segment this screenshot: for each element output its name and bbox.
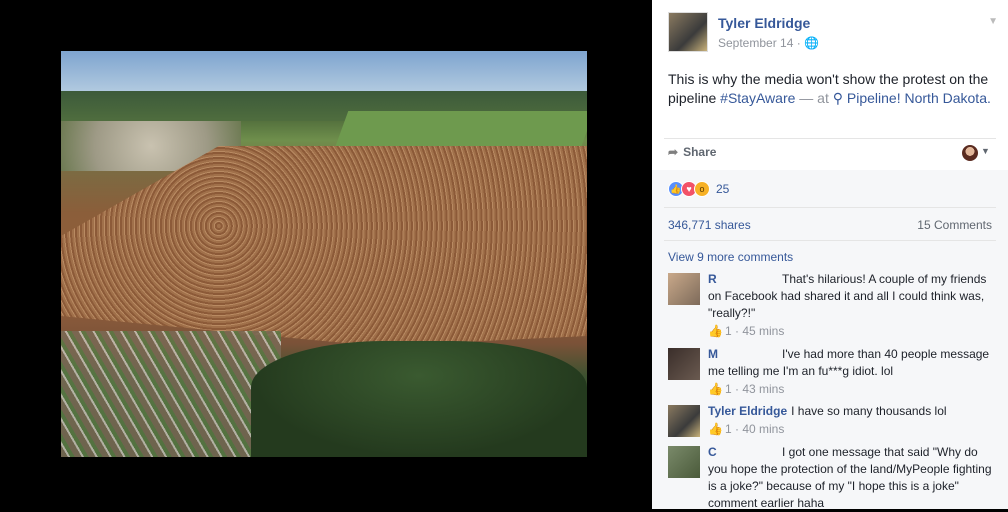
comment-text: I have so many thousands lol	[791, 404, 947, 418]
engagement-counts: 346,771 shares 15 Comments	[668, 218, 992, 232]
place-link[interactable]: Pipeline! North Dakota.	[847, 90, 991, 106]
comment-like-count: 1	[724, 382, 732, 396]
globe-icon: 🌐	[804, 36, 820, 50]
photo-crowd	[61, 146, 587, 346]
shares-link[interactable]: 346,771 shares	[668, 218, 751, 232]
commenter-name[interactable]: C	[708, 444, 778, 461]
comment-body: M I've had more than 40 people message me…	[708, 346, 994, 398]
like-icon[interactable]: 👍	[708, 382, 723, 396]
post-photo[interactable]	[61, 51, 587, 457]
post-text: This is why the media won't show the pro…	[668, 70, 998, 108]
comment-time[interactable]: 40 mins	[742, 422, 784, 436]
post-side-panel: Tyler Eldridge September 14 · 🌐 ▼ This i…	[652, 0, 1008, 512]
divider	[664, 138, 996, 139]
chevron-down-icon: ▼	[981, 146, 990, 156]
comments-count-link[interactable]: 15 Comments	[917, 218, 992, 232]
location-pin-icon: ⚲	[832, 90, 844, 106]
comment-time[interactable]: 45 mins	[742, 324, 784, 338]
author-name[interactable]: Tyler Eldridge	[718, 15, 810, 31]
commenter-avatar[interactable]	[668, 446, 700, 478]
share-icon: ➦	[668, 145, 679, 159]
commenter-name[interactable]: R	[708, 271, 778, 288]
comment-time[interactable]: 43 mins	[742, 382, 784, 396]
feedback-section: 👍 ♥ o 25 346,771 shares 15 Comments View…	[652, 170, 1008, 512]
hashtag-link[interactable]: #StayAware	[720, 90, 795, 106]
share-label: Share	[683, 145, 717, 159]
photo-trees	[251, 341, 587, 457]
chevron-down-icon[interactable]: ▼	[988, 16, 998, 27]
separator-dot: ·	[796, 36, 805, 50]
avatar	[962, 145, 978, 161]
wow-reaction-icon: o	[694, 181, 710, 197]
post-meta: September 14 · 🌐	[718, 36, 819, 50]
comment-meta: 👍 1 · 43 mins	[708, 382, 785, 396]
comment-meta: 👍 1 · 45 mins	[708, 324, 785, 338]
at-text: — at	[795, 90, 833, 106]
post-date[interactable]: September 14	[718, 36, 793, 50]
comment-body: CI got one message that said "Why do you…	[708, 444, 994, 512]
comment-body: Tyler Eldridge I have so many thousands l…	[708, 403, 994, 438]
commenter-avatar[interactable]	[668, 405, 700, 437]
divider	[664, 240, 996, 241]
action-bar: ➦ Share ▼	[668, 143, 998, 165]
photo-sky	[61, 51, 587, 93]
divider	[664, 207, 996, 208]
commenter-name[interactable]: Tyler Eldridge	[708, 404, 787, 418]
view-more-comments-link[interactable]: View 9 more comments	[668, 250, 793, 264]
comment-like-count: 1	[724, 324, 732, 338]
commenter-avatar[interactable]	[668, 273, 700, 305]
reactions-count: 25	[716, 182, 730, 196]
commenter-avatar[interactable]	[668, 348, 700, 380]
viewer-avatar-selector[interactable]: ▼	[962, 143, 992, 163]
comment-body: R That's hilarious! A couple of my friend…	[708, 271, 994, 340]
author-avatar[interactable]	[668, 12, 708, 52]
reactions-summary[interactable]: 👍 ♥ o 25	[668, 180, 729, 198]
photo-field	[333, 111, 587, 151]
like-icon[interactable]: 👍	[708, 324, 723, 338]
commenter-name[interactable]: M	[708, 346, 778, 363]
share-button[interactable]: ➦ Share	[668, 145, 716, 159]
photo-tents	[61, 331, 281, 457]
photo-viewer	[0, 0, 652, 509]
comment-meta: 👍 1 · 40 mins	[708, 422, 785, 436]
comment-like-count: 1	[724, 422, 732, 436]
post-header: Tyler Eldridge September 14 · 🌐 ▼	[668, 12, 998, 54]
like-icon[interactable]: 👍	[708, 422, 723, 436]
